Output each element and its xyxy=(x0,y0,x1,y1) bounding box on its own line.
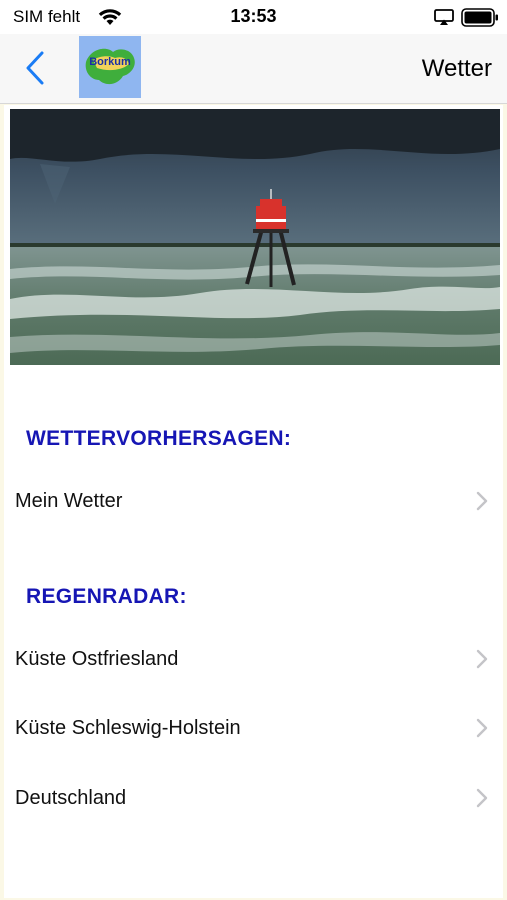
airplay-icon xyxy=(434,9,454,25)
chevron-right-icon xyxy=(476,718,488,738)
content-panel: WETTERVORHERSAGEN: Mein Wetter REGENRADA… xyxy=(4,105,503,898)
list-item-kueste-schleswig-holstein[interactable]: Küste Schleswig-Holstein xyxy=(4,703,503,753)
battery-icon xyxy=(461,8,498,27)
logo-text: Borkum xyxy=(89,56,131,68)
list-item-label: Küste Schleswig-Holstein xyxy=(15,717,241,739)
chevron-right-icon xyxy=(476,491,488,511)
clock: 13:53 xyxy=(230,6,277,26)
list-item-deutschland[interactable]: Deutschland xyxy=(4,773,503,823)
list-item-label: Mein Wetter xyxy=(15,490,123,512)
back-button[interactable] xyxy=(18,48,54,88)
chevron-right-icon xyxy=(476,649,488,669)
list-item-kueste-ostfriesland[interactable]: Küste Ostfriesland xyxy=(4,634,503,684)
list-item-mein-wetter[interactable]: Mein Wetter xyxy=(4,476,503,526)
chevron-right-icon xyxy=(476,788,488,808)
navigation-bar: Borkum Wetter xyxy=(0,34,507,104)
list-item-label: Küste Ostfriesland xyxy=(15,648,179,670)
list-item-label: Deutschland xyxy=(15,787,127,809)
section-header-rain-radar: REGENRADAR: xyxy=(26,585,187,608)
section-header-forecasts: WETTERVORHERSAGEN: xyxy=(26,427,292,450)
borkum-logo: Borkum xyxy=(79,36,141,98)
chevron-left-icon xyxy=(26,51,44,85)
page-title: Wetter xyxy=(421,55,492,82)
hero-image xyxy=(10,109,500,365)
status-bar: SIM fehlt 13:53 xyxy=(0,0,507,34)
